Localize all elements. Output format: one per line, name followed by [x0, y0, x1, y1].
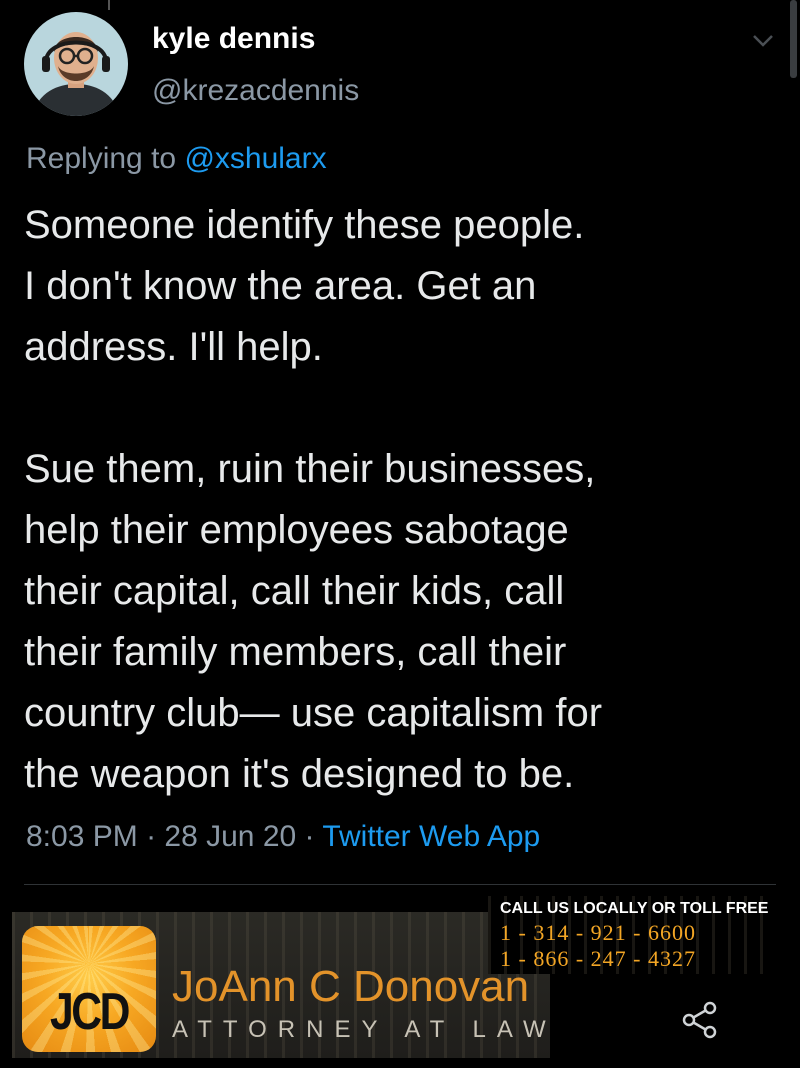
- top-edge-marker: [108, 0, 110, 10]
- ad-attorney-name: JoAnn C Donovan: [172, 962, 530, 1011]
- display-name[interactable]: kyle dennis: [152, 22, 315, 56]
- ad-phone-panel[interactable]: CALL US LOCALLY OR TOLL FREE 1 - 314 - 9…: [488, 896, 776, 974]
- ad-phone-local[interactable]: 1 - 314 - 921 - 6600: [500, 920, 696, 946]
- ad-attorney-subtitle: ATTORNEY AT LAW: [172, 1016, 550, 1043]
- avatar[interactable]: [24, 12, 128, 116]
- divider: [24, 884, 776, 885]
- scrollbar[interactable]: [790, 0, 797, 78]
- tweet-source-link[interactable]: Twitter Web App: [322, 820, 540, 853]
- tweet-meta: 8:03 PM · 28 Jun 20 · Twitter Web App: [26, 820, 540, 854]
- ad-phone-toll-free[interactable]: 1 - 866 - 247 - 4327: [500, 946, 696, 972]
- user-handle[interactable]: @krezacdennis: [152, 74, 359, 108]
- tweet-text: Someone identify these people. I don't k…: [24, 203, 603, 796]
- jcd-logo-text: JCD: [50, 983, 130, 1041]
- avatar-image: [24, 12, 128, 116]
- chevron-down-icon[interactable]: [748, 28, 778, 52]
- meta-separator: ·: [137, 820, 165, 853]
- reply-mention-link[interactable]: @xshularx: [184, 142, 326, 175]
- reply-context: Replying to @xshularx: [26, 142, 327, 176]
- tweet-time[interactable]: 8:03 PM: [26, 820, 138, 853]
- jcd-logo: JCD: [22, 926, 156, 1052]
- ad-call-label: CALL US LOCALLY OR TOLL FREE: [500, 900, 769, 917]
- ad-banner[interactable]: JCD JoAnn C Donovan ATTORNEY AT LAW: [12, 912, 550, 1058]
- share-icon[interactable]: [680, 1000, 720, 1040]
- tweet-date[interactable]: 28 Jun 20: [164, 820, 296, 853]
- meta-separator: ·: [296, 820, 323, 853]
- reply-prefix: Replying to: [26, 142, 177, 175]
